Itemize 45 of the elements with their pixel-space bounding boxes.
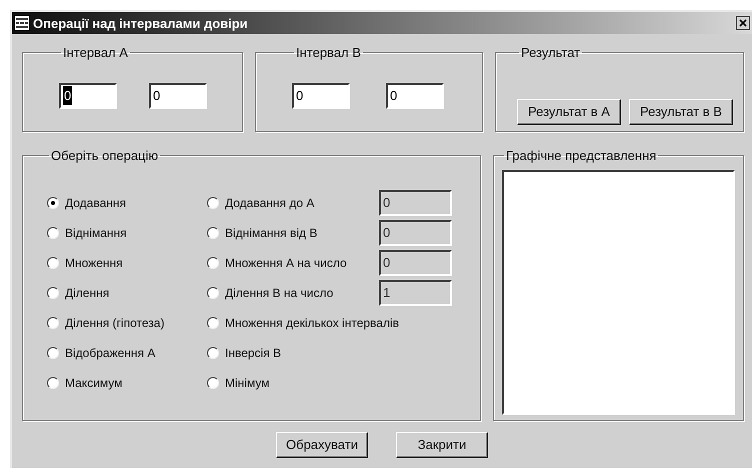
radio-option[interactable]: Множення А на число	[207, 254, 379, 272]
push-button[interactable]: Результат в А	[517, 98, 621, 124]
radio-option[interactable]: Додавання до А	[207, 194, 379, 212]
radio-button[interactable]	[47, 196, 59, 208]
input-field[interactable]: 0	[386, 82, 444, 108]
radio-option[interactable]: Віднімання	[47, 224, 127, 242]
close-button[interactable]	[736, 16, 750, 30]
radio-button[interactable]	[47, 226, 59, 238]
radio-button[interactable]	[207, 346, 219, 358]
radio-button[interactable]	[47, 376, 59, 388]
push-button[interactable]: Обрахувати	[276, 432, 368, 458]
group-title: Графічне представлення	[505, 147, 658, 165]
close-icon	[739, 19, 747, 27]
group-title: Результат	[520, 44, 582, 62]
radio-option[interactable]: Мінімум	[207, 374, 379, 392]
radio-button[interactable]	[207, 316, 219, 328]
radio-button[interactable]	[207, 376, 219, 388]
radio-option[interactable]: Ділення	[47, 284, 110, 302]
radio-button[interactable]	[47, 286, 59, 298]
radio-option[interactable]: Максимум	[47, 374, 122, 392]
input-field[interactable]: 0	[59, 82, 117, 108]
radio-button[interactable]	[207, 226, 219, 238]
input-field[interactable]: 0	[149, 82, 207, 108]
app-icon	[14, 15, 30, 31]
radio-option[interactable]: Множення декількох інтервалів	[207, 314, 400, 332]
radio-option[interactable]: Інверсія В	[207, 344, 379, 362]
radio-option[interactable]: Додавання	[47, 194, 126, 212]
radio-option[interactable]: Множення	[47, 254, 123, 272]
push-button[interactable]: Закрити	[396, 432, 488, 458]
group-title: Інтервал В	[295, 44, 362, 62]
radio-option[interactable]: Ділення (гіпотеза)	[47, 314, 164, 332]
window-title: Операції над інтервалами довіри	[33, 16, 248, 30]
push-button[interactable]: Результат в В	[629, 98, 733, 124]
radio-button[interactable]	[207, 256, 219, 268]
radio-button[interactable]	[47, 316, 59, 328]
radio-button[interactable]	[47, 256, 59, 268]
radio-option[interactable]: Ділення В на число	[207, 284, 379, 302]
group-title: Інтервал А	[62, 44, 129, 62]
input-field[interactable]: 0	[292, 82, 350, 108]
radio-option[interactable]: Відображення А	[47, 344, 156, 362]
radio-option[interactable]: Віднімання від В	[207, 224, 379, 242]
radio-button[interactable]	[47, 346, 59, 358]
radio-button[interactable]	[207, 196, 219, 208]
group-title: Оберіть операцію	[50, 147, 160, 165]
radio-button[interactable]	[207, 286, 219, 298]
